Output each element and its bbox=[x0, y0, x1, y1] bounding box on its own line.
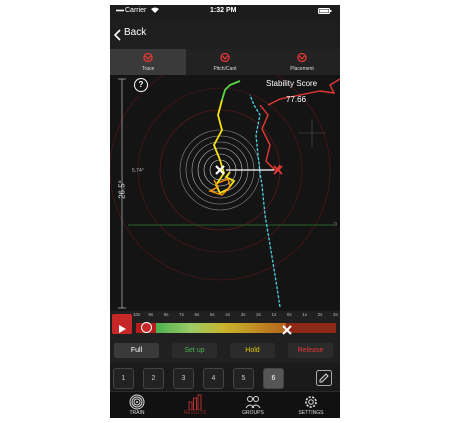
play-button[interactable] bbox=[112, 314, 132, 334]
help-button[interactable]: ? bbox=[134, 78, 148, 92]
timeline-tick-label: 3s bbox=[240, 312, 246, 317]
phase-selector: Full Set up Hold Release bbox=[110, 339, 340, 363]
tab-train-label: TRAIN bbox=[129, 410, 145, 416]
tab-trace[interactable]: Trace bbox=[110, 49, 186, 75]
battery-icon bbox=[318, 8, 332, 16]
target-icon bbox=[129, 394, 145, 410]
trace-canvas bbox=[110, 75, 340, 309]
help-icon: ? bbox=[138, 80, 144, 89]
phase-hold-button[interactable]: Hold bbox=[230, 343, 275, 358]
timeline-tick-label: 3s bbox=[333, 312, 338, 317]
tab-settings[interactable]: SETTINGS bbox=[288, 394, 334, 416]
mode-tabs: Trace Pitch/Cant Placement bbox=[110, 49, 340, 75]
tab-placement-label: Placement bbox=[290, 66, 314, 72]
phase-release-button[interactable]: Release bbox=[288, 343, 333, 358]
timeline-segment-break bbox=[226, 323, 286, 333]
tab-pitch-cant-label: Pitch/Cant bbox=[213, 66, 237, 72]
clock-time: 1:32 PM bbox=[210, 7, 237, 14]
timeline-tick-label: 4s bbox=[225, 312, 231, 317]
timeline-tick-label: 10s bbox=[133, 312, 141, 317]
timeline-scrubber[interactable] bbox=[136, 322, 336, 335]
phase-setup-button[interactable]: Set up bbox=[172, 343, 217, 358]
carrier-label: Carrier bbox=[125, 7, 147, 14]
bar-chart-icon bbox=[187, 394, 203, 411]
timeline-tick-label: 7s bbox=[179, 312, 184, 317]
phone-screen: Carrier 1:32 PM Back Trace Pitch/Cant Pl… bbox=[110, 5, 340, 418]
timeline-tick-label: 0s bbox=[286, 312, 292, 317]
tab-results[interactable]: RESULTS bbox=[172, 394, 218, 416]
stability-score-title: Stability Score bbox=[266, 79, 318, 88]
timeline-tick-label: 8s bbox=[163, 312, 169, 317]
tab-train[interactable]: TRAIN bbox=[114, 394, 160, 416]
timeline-tick-label: 9s bbox=[148, 312, 154, 317]
tab-trace-label: Trace bbox=[141, 66, 155, 72]
timeline-segment-release bbox=[286, 323, 336, 333]
gear-icon bbox=[303, 394, 319, 410]
timeline-ticks: 10s 9s 8s 7s 6s 5s 4s 3s 2s 1s 0s 1s 2s 3s bbox=[133, 312, 338, 321]
timeline-tick-label: 5s bbox=[209, 312, 215, 317]
shot-6-button[interactable]: 6 bbox=[263, 368, 284, 389]
people-icon bbox=[245, 394, 261, 410]
navigation-bar: Back bbox=[110, 19, 340, 49]
tab-groups-label: GROUPS bbox=[242, 410, 264, 416]
tab-pitch-cant[interactable]: Pitch/Cant bbox=[187, 49, 263, 75]
shot-3-button[interactable]: 3 bbox=[173, 368, 194, 389]
shot-selector: 1 2 3 4 5 6 bbox=[110, 363, 340, 391]
shot-timeline: 10s 9s 8s 7s 6s 5s 4s 3s 2s 1s 0s 1s 2s 3s bbox=[110, 311, 340, 339]
ring-value-label: 5.74° bbox=[132, 168, 144, 174]
timeline-tick-label: 1s bbox=[271, 312, 277, 317]
shot-5-button[interactable]: 5 bbox=[233, 368, 254, 389]
wifi-icon bbox=[151, 7, 159, 15]
chevron-left-icon bbox=[113, 28, 121, 46]
mantis-logo-icon bbox=[187, 52, 263, 64]
back-label: Back bbox=[124, 27, 147, 38]
timeline-tick-label: 1s bbox=[302, 312, 307, 317]
timeline-tick-label: 2s bbox=[256, 312, 261, 317]
timeline-shot-marker-icon bbox=[282, 322, 292, 340]
shot-1-button[interactable]: 1 bbox=[113, 368, 134, 389]
tab-settings-label: SETTINGS bbox=[298, 410, 324, 416]
edit-icon[interactable] bbox=[316, 370, 332, 391]
tab-placement[interactable]: Placement bbox=[264, 49, 340, 75]
trace-view: ? Stability Score 77.66 26.5° 5.74° 0 bbox=[110, 75, 340, 315]
bottom-tab-bar: TRAIN RESULTS GROUPS SETTINGS bbox=[110, 391, 340, 418]
mantis-logo-icon bbox=[110, 52, 186, 64]
mantis-logo-icon bbox=[264, 52, 340, 64]
stability-score-value: 77.66 bbox=[286, 95, 307, 104]
shot-2-button[interactable]: 2 bbox=[143, 368, 164, 389]
tab-results-label: RESULTS bbox=[183, 410, 207, 416]
tab-groups[interactable]: GROUPS bbox=[230, 394, 276, 416]
phase-full-button[interactable]: Full bbox=[114, 343, 159, 358]
timeline-segment-hold bbox=[156, 323, 226, 333]
timeline-handle[interactable] bbox=[141, 322, 152, 333]
timeline-tick-label: 6s bbox=[194, 312, 200, 317]
signal-icon bbox=[116, 8, 124, 15]
timeline-tick-label: 2s bbox=[317, 312, 323, 317]
shot-4-button[interactable]: 4 bbox=[203, 368, 224, 389]
play-icon bbox=[119, 320, 126, 338]
axis-zero-label: 0 bbox=[334, 222, 337, 228]
status-bar: Carrier 1:32 PM bbox=[110, 5, 340, 19]
angle-label: 26.5° bbox=[117, 180, 127, 199]
